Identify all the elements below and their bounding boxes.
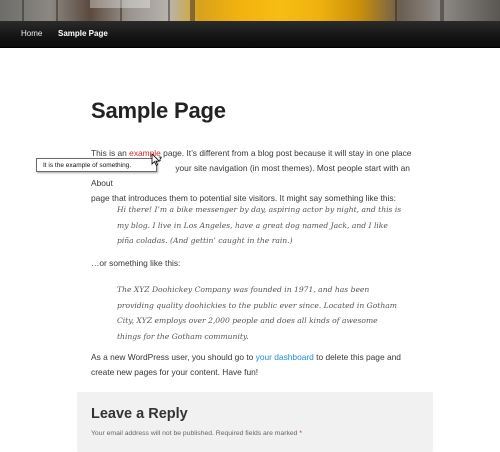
- closing-text: to delete this page and: [313, 352, 401, 362]
- required-mark: *: [299, 430, 302, 437]
- header-image-detail: [395, 0, 397, 21]
- header-image-detail: [440, 0, 444, 21]
- header-image: [0, 0, 500, 21]
- reply-note-text: Your email address will not be published…: [91, 430, 300, 437]
- quote-line: my blog. I live in Los Angeles, have a g…: [117, 220, 388, 230]
- header-image-detail: [56, 0, 58, 21]
- quote-line: providing quality doohickies to the publ…: [117, 300, 397, 310]
- intro-text: page. It’s different from a blog post be…: [160, 148, 412, 158]
- or-paragraph: …or something like this:: [91, 258, 181, 268]
- dashboard-link[interactable]: your dashboard: [256, 352, 314, 362]
- svg-text:?: ?: [159, 156, 163, 163]
- quote-line: The XYZ Doohickey Company was founded in…: [117, 285, 370, 294]
- header-image-detail: [90, 0, 150, 8]
- main-navigation: Home Sample Page: [0, 21, 500, 48]
- link-tooltip: It is the example of something.: [36, 158, 157, 172]
- header-image-detail: [22, 0, 24, 21]
- closing-text: create new pages for your content. Have …: [91, 367, 259, 377]
- help-cursor-icon: ?: [151, 153, 163, 166]
- reply-note: Your email address will not be published…: [91, 430, 302, 437]
- nav-item-sample-page[interactable]: Sample Page: [58, 21, 108, 47]
- comment-reply-section: Leave a Reply Your email address will no…: [77, 392, 433, 452]
- quote-line: things for the Gotham community.: [117, 331, 249, 341]
- header-image-detail: [168, 0, 170, 21]
- quote-line: City, XYZ employs over 2,000 people and …: [117, 316, 378, 325]
- intro-paragraph: This is an example page. It’s different …: [91, 146, 413, 206]
- reply-title: Leave a Reply: [91, 406, 188, 422]
- page-title: Sample Page: [91, 98, 226, 123]
- closing-paragraph: As a new WordPress user, you should go t…: [91, 350, 413, 380]
- quote-bike-messenger: Hi there! I’m a bike messenger by day, a…: [117, 202, 407, 249]
- header-image-detail: [190, 0, 195, 21]
- quote-line: piña coladas. (And gettin’ caught in the…: [117, 236, 293, 245]
- closing-text: As a new WordPress user, you should go t…: [91, 352, 256, 362]
- intro-text: This is an: [91, 148, 130, 158]
- nav-item-home[interactable]: Home: [21, 21, 42, 47]
- quote-doohickey-company: The XYZ Doohickey Company was founded in…: [117, 282, 407, 344]
- quote-line: Hi there! I’m a bike messenger by day, a…: [117, 205, 402, 214]
